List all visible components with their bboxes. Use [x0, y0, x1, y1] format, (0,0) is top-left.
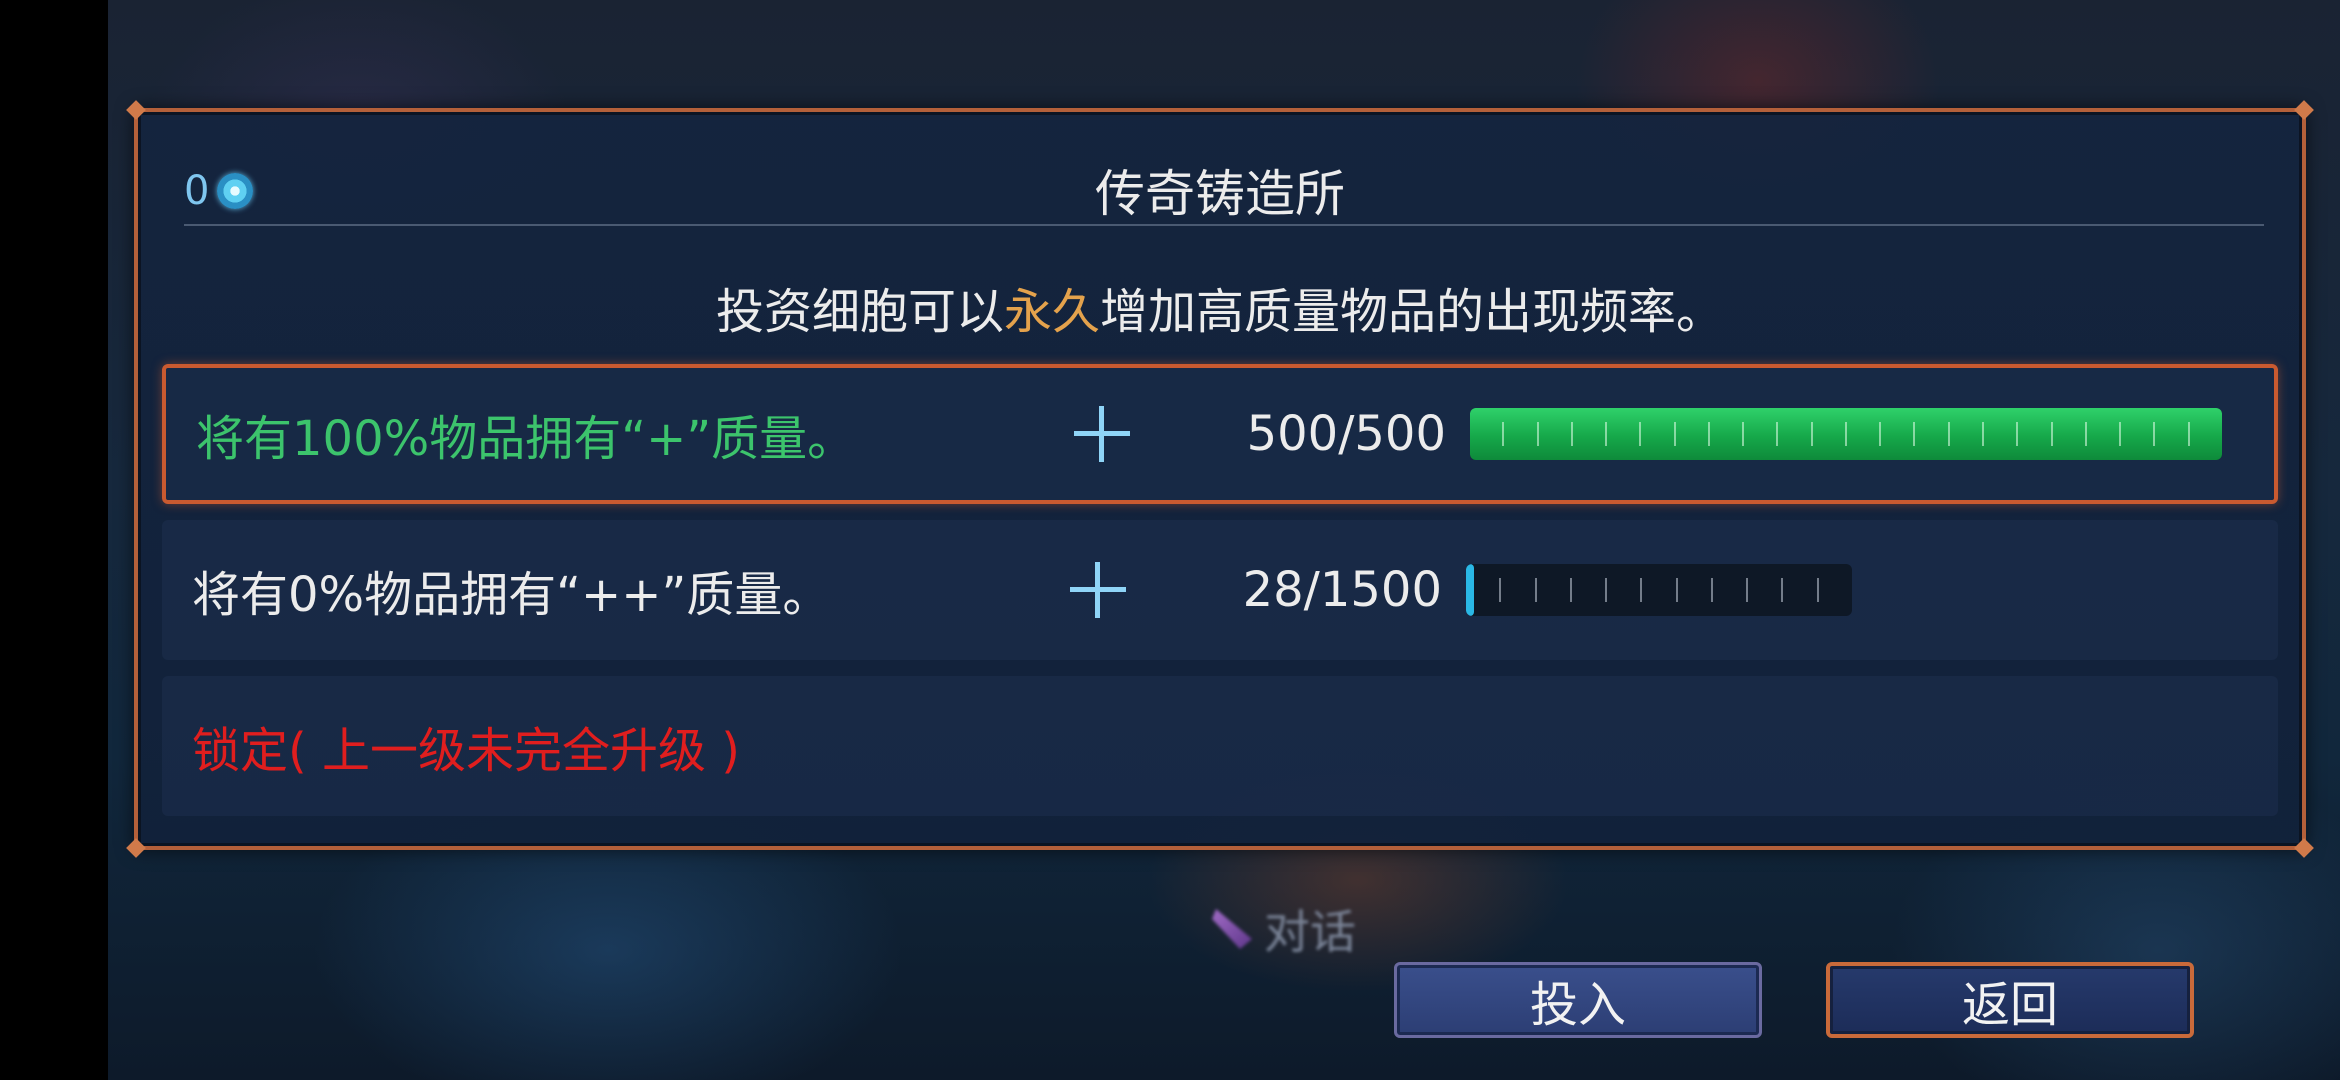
tier-label: 将有100%物品拥有“+”质量。 — [196, 411, 856, 467]
tier-progress-bar — [1466, 564, 1852, 616]
dialog-label: 对话 — [1264, 905, 1356, 959]
tier-row-plus[interactable]: 将有100%物品拥有“+”质量。 500/500 — [162, 364, 2278, 504]
back-button[interactable]: 返回 — [1826, 962, 2194, 1038]
progress-fill — [1466, 564, 1475, 616]
page-title: 传奇铸造所 — [1095, 165, 1345, 223]
dialog-hint[interactable]: 对话 — [1212, 896, 1356, 962]
tier-progress-text: 28/1500 — [1242, 562, 1442, 618]
title-divider — [184, 224, 2264, 226]
invest-button[interactable]: 投入 — [1394, 962, 1762, 1038]
invest-plus-button[interactable] — [1068, 560, 1128, 620]
tier-row-plus-plus[interactable]: 将有0%物品拥有“++”质量。 28/1500 — [162, 520, 2278, 660]
legendary-forge-panel: 0 传奇铸造所 投资细胞可以永久增加高质量物品的出现频率。 将有100%物品拥有… — [126, 100, 2314, 858]
invest-plus-button[interactable] — [1072, 404, 1132, 464]
progress-fill — [1470, 408, 2222, 460]
description-text: 投资细胞可以 — [715, 284, 1004, 340]
tier-label: 将有0%物品拥有“++”质量。 — [192, 567, 831, 623]
forge-description: 投资细胞可以永久增加高质量物品的出现频率。 — [138, 272, 2302, 342]
description-text: 增加高质量物品的出现频率。 — [1100, 284, 1725, 340]
progress-ticks — [1466, 578, 1852, 602]
tier-progress-text: 500/500 — [1246, 406, 1446, 462]
tier-progress-bar — [1470, 408, 2222, 460]
locked-label: 锁定( 上一级未完全升级 ) — [192, 723, 740, 779]
quill-icon — [1212, 909, 1252, 949]
tier-row-locked: 锁定( 上一级未完全升级 ) — [162, 676, 2278, 816]
description-highlight: 永久 — [1003, 284, 1100, 340]
